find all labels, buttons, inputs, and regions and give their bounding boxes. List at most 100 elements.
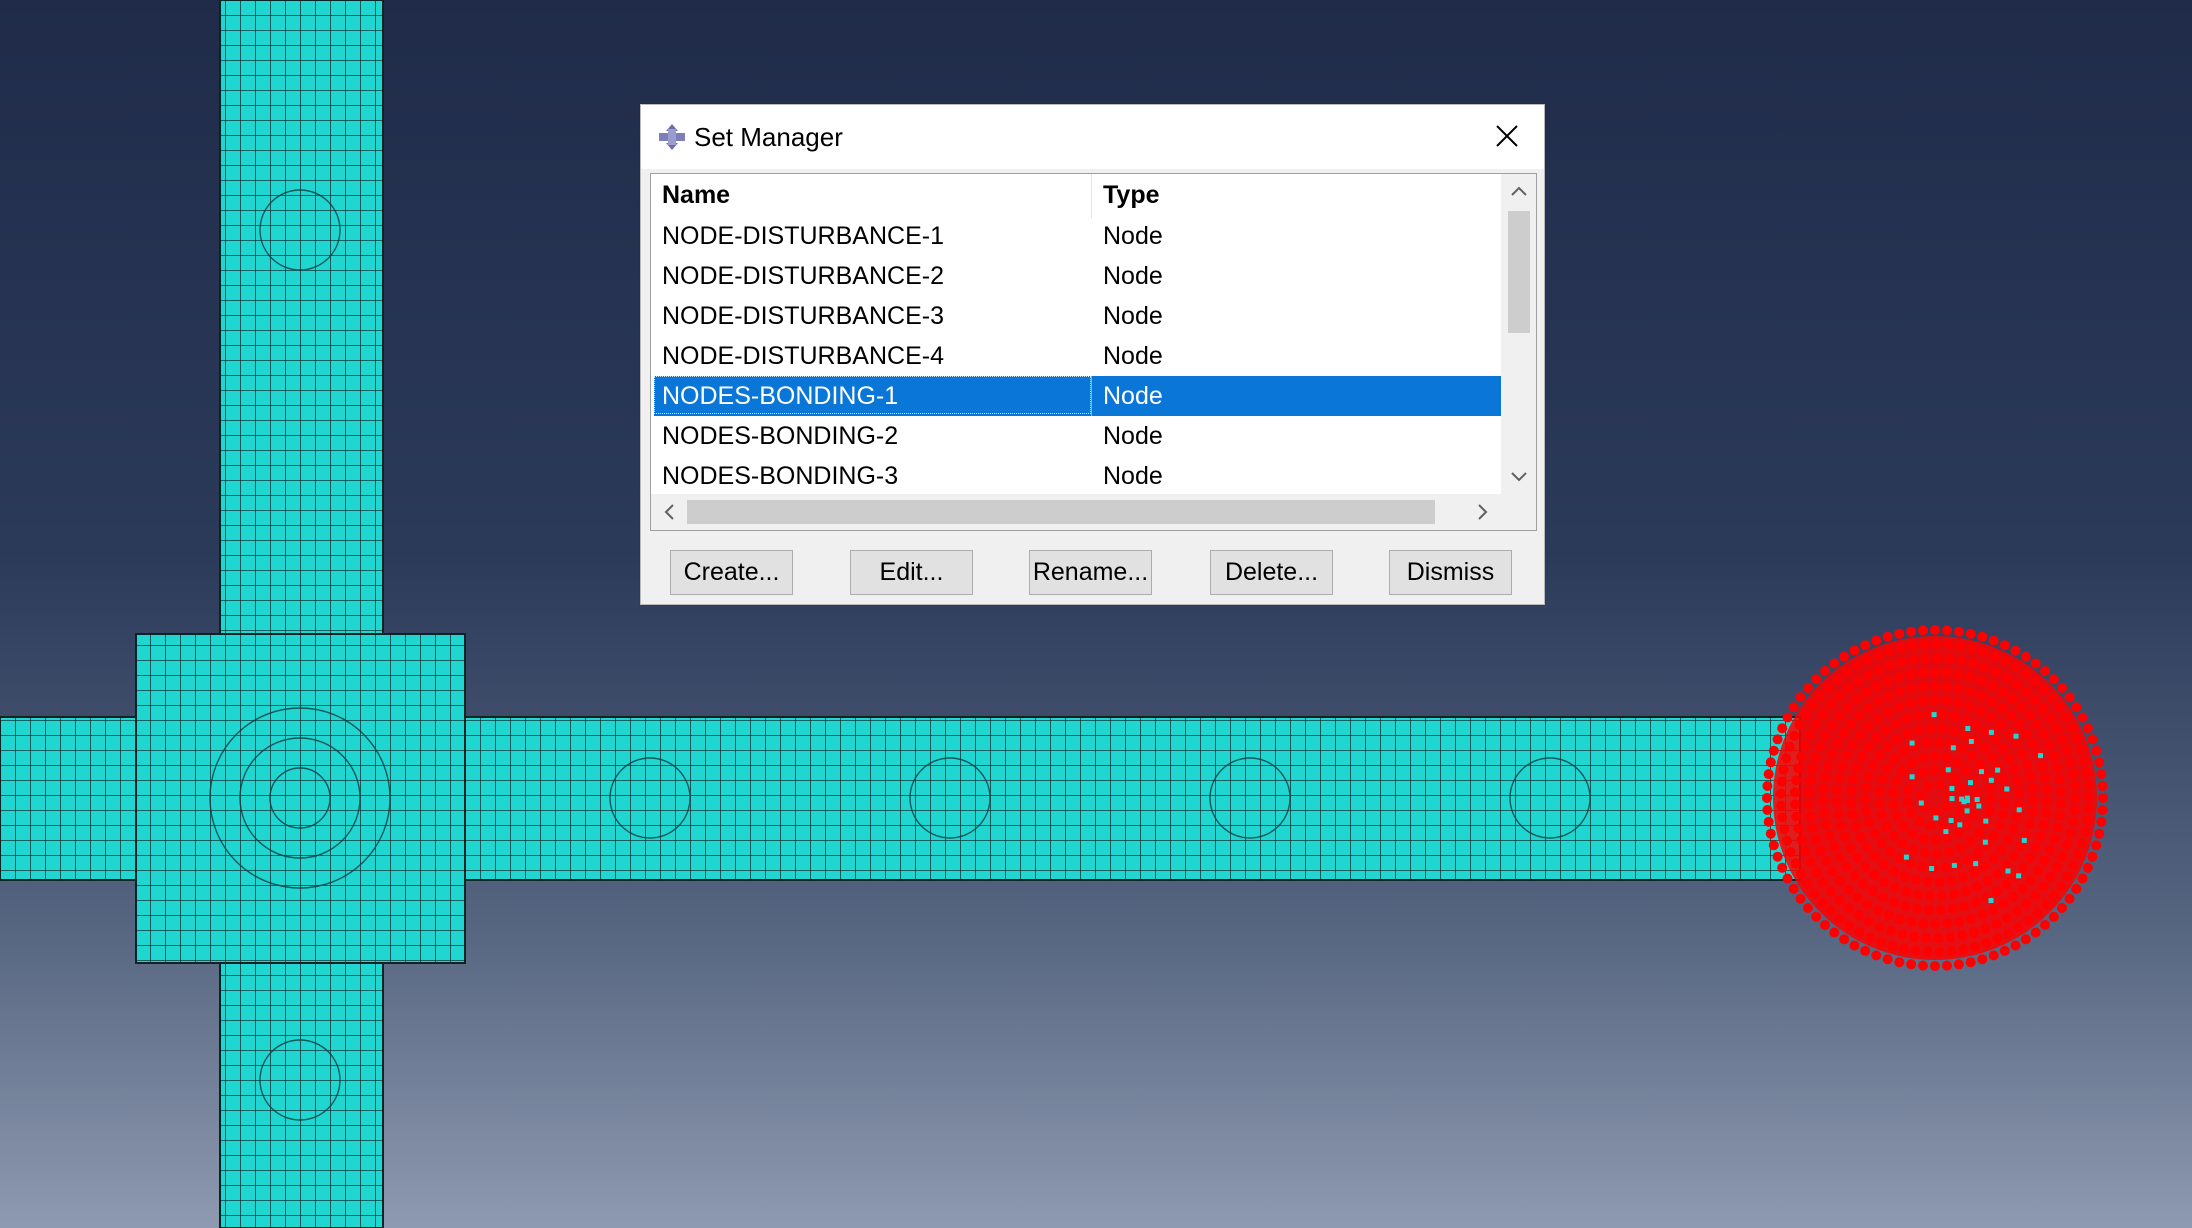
selected-node-marker (2094, 757, 2105, 768)
vertical-scrollbar[interactable] (1501, 174, 1536, 494)
selected-node-marker (2069, 804, 2080, 815)
selected-node-marker (2027, 807, 2037, 818)
selected-node-marker (1930, 835, 1941, 845)
column-header-name[interactable]: Name (651, 174, 1091, 216)
selected-node-marker (1871, 635, 1882, 646)
selected-node-marker (1835, 875, 1846, 886)
selected-node-marker (2029, 694, 2040, 705)
mesh-speck (1973, 861, 1979, 867)
selected-node-marker (1902, 797, 1913, 807)
selected-node-marker (2014, 719, 2025, 730)
selected-node-marker (2002, 913, 2012, 923)
set-list[interactable]: Name Type NODE-DISTURBANCE-1 Node NODE-D… (650, 173, 1537, 531)
selected-node-marker (1762, 793, 1772, 803)
selected-node-marker (1834, 772, 1845, 783)
selected-node-marker (1930, 625, 1940, 635)
selected-node-marker (1855, 729, 1865, 740)
row-name: NODES-BONDING-2 (662, 422, 899, 450)
selected-node-marker (1876, 838, 1887, 849)
selected-node-marker (1861, 687, 1872, 698)
dismiss-button[interactable]: Dismiss (1389, 550, 1512, 595)
selected-node-marker (1811, 911, 1822, 922)
selected-node-marker (1917, 667, 1928, 678)
selected-node-marker (2018, 862, 2028, 873)
delete-button[interactable]: Delete... (1210, 550, 1333, 595)
scroll-down-button[interactable] (1501, 460, 1536, 494)
selected-node-marker (1918, 625, 1928, 636)
selected-node-marker (1929, 667, 1940, 677)
table-row[interactable]: NODE-DISTURBANCE-3 Node (651, 296, 1501, 336)
selected-node-marker (1943, 639, 1954, 650)
table-row[interactable]: NODE-DISTURBANCE-2 Node (651, 256, 1501, 296)
selected-node-marker (1907, 640, 1918, 651)
mesh-speck (1968, 739, 1974, 744)
selected-node-marker (1790, 858, 1801, 869)
mesh-speck (1983, 818, 1989, 824)
dialog-titlebar[interactable]: Set Manager (641, 105, 1544, 169)
selected-node-marker (1851, 762, 1862, 773)
scroll-right-button[interactable] (1465, 494, 1501, 530)
horizontal-scrollbar[interactable] (651, 494, 1501, 530)
close-button[interactable] (1488, 117, 1526, 155)
vertical-scroll-thumb[interactable] (1508, 211, 1530, 333)
selected-node-marker (1906, 626, 1917, 637)
selected-node-marker (1805, 857, 1816, 868)
selected-node-marker (1941, 667, 1952, 678)
scroll-left-button[interactable] (651, 494, 687, 530)
selected-node-marker (2064, 893, 2075, 904)
rename-button[interactable]: Rename... (1029, 550, 1152, 595)
horizontal-scroll-thumb[interactable] (687, 500, 1435, 524)
selected-node-marker (1891, 776, 1902, 787)
selected-node-marker (2017, 883, 2028, 894)
table-row[interactable]: NODES-BONDING-3 Node (651, 456, 1501, 496)
selected-node-marker (2048, 911, 2059, 922)
selected-node-marker (1892, 734, 1902, 745)
selected-node-marker (1936, 820, 1947, 831)
selected-node-marker (1894, 672, 1904, 683)
selected-node-marker (1883, 690, 1894, 701)
selected-node-marker (2016, 701, 2027, 712)
selected-node-marker (2040, 920, 2050, 930)
selected-node-marker (1889, 882, 1900, 893)
selected-node-marker (1997, 773, 2008, 784)
selected-node-marker (1958, 872, 1969, 883)
table-row[interactable]: NODE-DISTURBANCE-1 Node (651, 216, 1501, 256)
table-row-selected[interactable]: NODES-BONDING-1 Node (654, 376, 1501, 416)
selected-node-marker (1821, 856, 1832, 867)
table-row[interactable]: NODES-BONDING-2 Node (651, 416, 1501, 456)
mesh-speck (1950, 745, 1956, 751)
selected-node-marker (1818, 877, 1829, 888)
selected-node-marker (1848, 773, 1859, 784)
mesh-speck (1988, 777, 1994, 783)
selected-node-marker (1882, 631, 1893, 642)
mesh-speck (2016, 807, 2022, 813)
selected-node-marker (1971, 881, 1982, 892)
selected-node-marker (1818, 709, 1828, 720)
selected-node-marker (1901, 713, 1912, 724)
selected-node-marker (1898, 820, 1909, 831)
scroll-up-button[interactable] (1501, 174, 1536, 208)
selected-node-marker (1936, 890, 1947, 901)
selected-node-marker (1790, 787, 1801, 798)
column-header-type[interactable]: Type (1092, 174, 1501, 216)
selected-node-marker (2077, 712, 2088, 723)
selected-node-marker (1962, 854, 1973, 865)
selected-node-marker (1916, 790, 1927, 801)
selected-node-marker (2013, 788, 2024, 799)
selected-node-marker (1805, 775, 1816, 786)
mesh-speck (1929, 866, 1935, 871)
selected-node-marker (1854, 927, 1865, 938)
selected-node-marker (1918, 960, 1928, 971)
selected-node-marker (1776, 776, 1787, 787)
selected-node-marker (1809, 888, 1820, 899)
selected-node-marker (1779, 824, 1790, 835)
selected-node-marker (2077, 873, 2088, 884)
create-button[interactable]: Create... (670, 550, 793, 595)
table-row[interactable]: NODE-DISTURBANCE-4 Node (651, 336, 1501, 376)
selected-node-marker (2048, 674, 2059, 685)
selected-node-marker (1982, 875, 1993, 886)
edit-button[interactable]: Edit... (850, 550, 973, 595)
selected-node-marker (1957, 744, 1968, 754)
selected-node-marker (1967, 750, 1977, 761)
selected-node-marker (1953, 959, 1964, 970)
